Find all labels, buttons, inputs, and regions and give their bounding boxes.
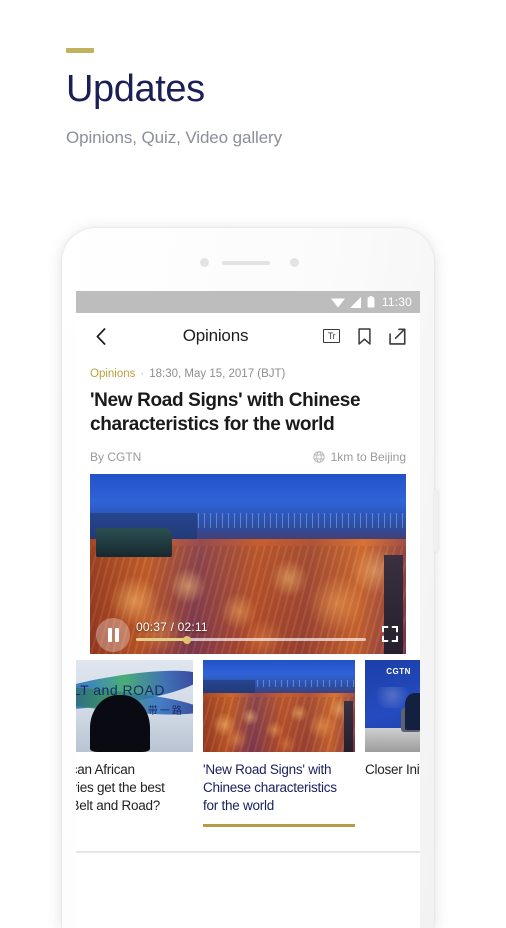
page-header: Updates Opinions, Quiz, Video gallery	[66, 48, 282, 148]
page-title: Updates	[66, 68, 205, 110]
carousel-divider	[76, 850, 420, 852]
app-bar-title: Opinions	[182, 326, 249, 345]
article-byline-row: By CGTN 1km to Beijing	[90, 450, 406, 464]
cgtn-logo: CGTN	[386, 667, 411, 677]
active-card-underline	[203, 823, 355, 828]
video-time-display: 00:37 / 02:11	[136, 619, 208, 634]
video-player[interactable]: 00:37 / 02:11	[90, 473, 406, 654]
video-controls: 00:37 / 02:11	[90, 606, 406, 654]
signal-icon	[349, 296, 361, 308]
card-thumbnail: CGTN	[365, 659, 420, 752]
pause-icon[interactable]	[96, 617, 130, 652]
phone-screen: 11:30 Opinions Tr Opinions · 18:30, May …	[76, 291, 420, 928]
list-item[interactable]: BELT and ROAD 一带一路 How can African count…	[76, 659, 193, 852]
article-byline: By CGTN	[90, 449, 142, 464]
phone-side-button[interactable]	[433, 490, 438, 552]
meta-separator: ·	[140, 368, 145, 380]
video-progress-fill	[136, 638, 187, 641]
video-frame-ship	[96, 527, 173, 557]
battery-icon	[367, 296, 375, 308]
status-bar: 11:30	[76, 291, 420, 313]
text-size-icon[interactable]: Tr	[323, 329, 340, 343]
app-bar-actions: Tr	[323, 327, 406, 345]
article-header: Opinions · 18:30, May 15, 2017 (BJT) 'Ne…	[76, 368, 420, 464]
fullscreen-icon[interactable]	[382, 625, 398, 642]
card-title: 'New Road Signs' with Chinese characteri…	[203, 761, 337, 814]
article-timestamp: 18:30, May 15, 2017 (BJT)	[149, 368, 286, 380]
card-title: How can African countries get the best f…	[76, 761, 165, 814]
video-progress-knob[interactable]	[182, 635, 191, 644]
phone-mockup: 11:30 Opinions Tr Opinions · 18:30, May …	[62, 228, 438, 928]
card-thumbnail: BELT and ROAD 一带一路	[76, 659, 193, 752]
article-location: 1km to Beijing	[312, 449, 406, 464]
belt-and-road-banner-image: BELT and ROAD 一带一路	[76, 659, 193, 752]
list-item[interactable]: 'New Road Signs' with Chinese characteri…	[203, 659, 355, 852]
accent-bar	[66, 48, 94, 53]
front-camera-icon	[200, 258, 209, 267]
earpiece-speaker	[222, 261, 270, 265]
page-subtitle: Opinions, Quiz, Video gallery	[66, 128, 283, 147]
video-progress-track[interactable]	[136, 635, 366, 644]
app-bar: Opinions Tr	[76, 313, 420, 359]
chevron-left-icon	[96, 327, 106, 345]
globe-icon	[312, 451, 325, 463]
wifi-icon	[330, 298, 345, 307]
related-carousel[interactable]: BELT and ROAD 一带一路 How can African count…	[76, 659, 420, 852]
article-meta: Opinions · 18:30, May 15, 2017 (BJT)	[90, 368, 406, 380]
card-thumbnail	[203, 659, 355, 752]
article-location-label: 1km to Beijing	[330, 449, 406, 464]
proximity-sensor-icon	[290, 258, 299, 267]
content-below-strip	[76, 851, 420, 878]
container-port-night-image	[203, 659, 355, 752]
article-headline: 'New Road Signs' with Chinese characteri…	[90, 390, 361, 435]
bookmark-icon[interactable]	[356, 327, 373, 345]
person-silhouette	[89, 694, 151, 752]
phone-top-bezel	[62, 228, 434, 291]
share-external-icon[interactable]	[389, 327, 406, 345]
list-item[interactable]: CGTN Closer Initiative	[365, 659, 420, 852]
card-title: Closer Initiative	[365, 761, 420, 777]
article-category[interactable]: Opinions	[90, 368, 135, 380]
cgtn-panel-discussion-image: CGTN	[365, 659, 420, 752]
status-bar-time: 11:30	[381, 295, 412, 309]
